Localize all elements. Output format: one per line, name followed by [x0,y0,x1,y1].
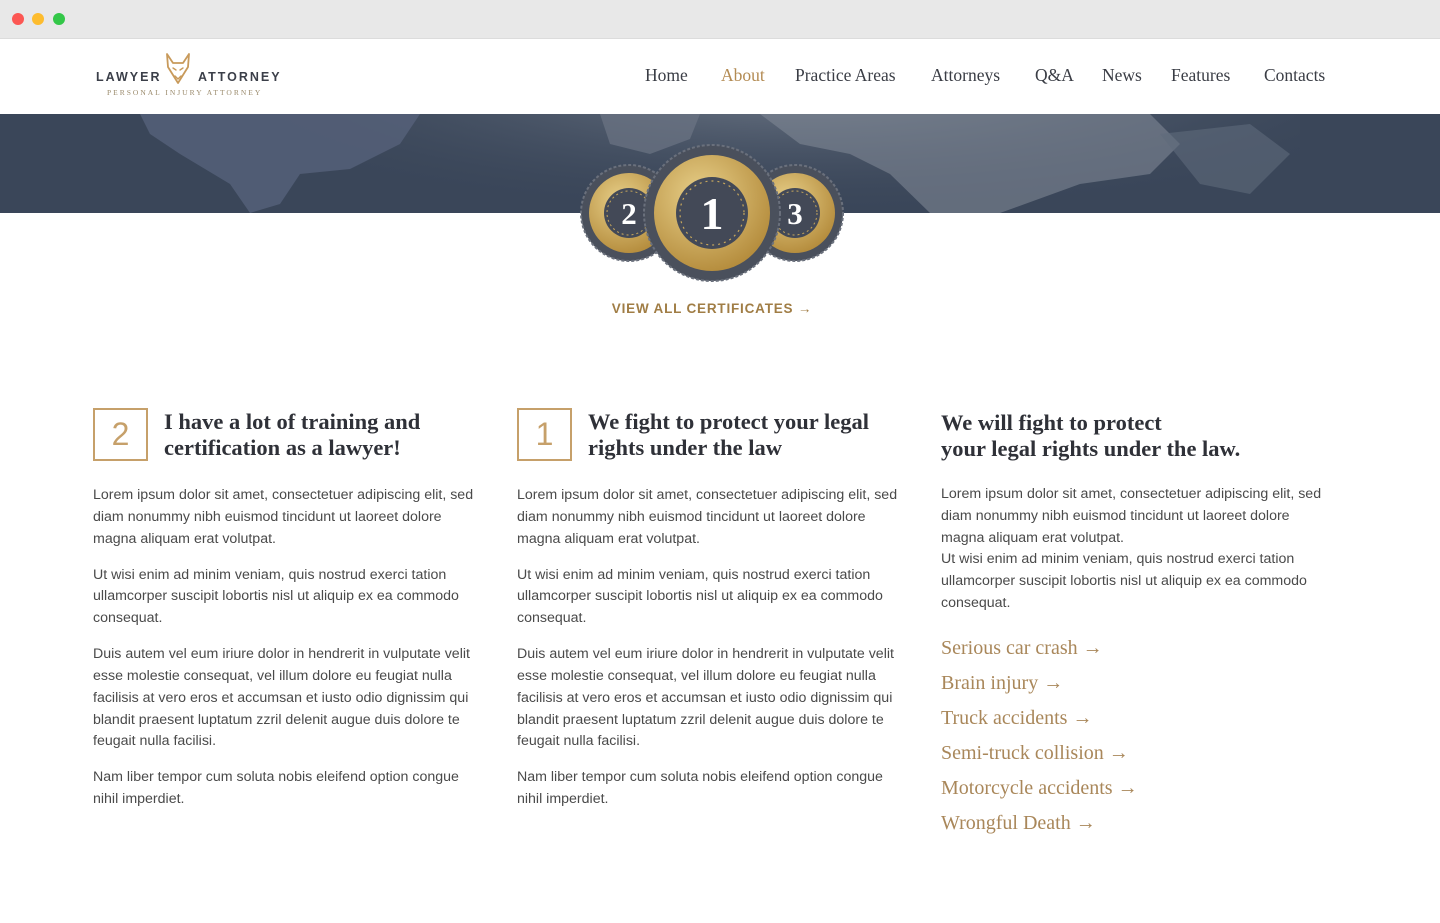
column-heading: We will fight to protect your legal right… [941,410,1341,462]
link-truck-accidents[interactable]: Truck accidents → [941,701,1341,736]
medal-2-number: 2 [621,196,637,231]
column-heading-line: I have a lot of training and [164,409,421,434]
nav-item-about[interactable]: About [721,65,765,86]
number-badge: 1 [517,408,572,461]
link-semi-truck-collision[interactable]: Semi-truck collision → [941,736,1341,771]
view-all-certificates-link[interactable]: VIEW ALL CERTIFICATES → [0,301,1424,316]
nav-item-home[interactable]: Home [645,65,688,86]
paragraph: Ut wisi enim ad minim veniam, quis nostr… [517,566,883,627]
paragraph: Nam liber tempor cum soluta nobis eleife… [93,769,459,808]
column-body: Lorem ipsum dolor sit amet, consectetuer… [517,485,909,825]
medal-3-number: 3 [787,196,803,231]
column-heading-line: We fight to protect your legal [588,409,869,434]
column-body: Lorem ipsum dolor sit amet, consectetuer… [93,485,485,825]
minimize-window-button[interactable] [32,13,44,25]
practice-area-links: Serious car crash → Brain injury → Truck… [941,631,1341,841]
link-brain-injury[interactable]: Brain injury → [941,666,1341,701]
column-heading-line: your legal rights under the law. [941,436,1241,461]
nav-item-practice-areas[interactable]: Practice Areas [795,65,896,86]
certificate-medals: 2 1 3 [580,144,844,282]
paragraph: Duis autem vel eum iriure dolor in hendr… [517,646,894,750]
link-motorcycle-accidents[interactable]: Motorcycle accidents → [941,771,1341,806]
link-serious-car-crash[interactable]: Serious car crash → [941,631,1341,666]
maximize-window-button[interactable] [53,13,65,25]
paragraph: Lorem ipsum dolor sit amet, consectetuer… [93,487,474,547]
browser-chrome [0,0,1440,39]
column-heading-line: certification as a lawyer! [164,435,401,460]
main-nav: Home About Practice Areas Attorneys Q&A … [0,65,1440,91]
column-heading: I have a lot of training and certificatio… [164,409,494,461]
nav-item-news[interactable]: News [1102,65,1142,86]
nav-item-features[interactable]: Features [1171,65,1230,86]
paragraph: Ut wisi enim ad minim veniam, quis nostr… [941,551,1307,611]
column-body: Lorem ipsum dolor sit amet, consectetuer… [941,484,1333,615]
column-heading: We fight to protect your legal rights und… [588,409,918,461]
link-wrongful-death[interactable]: Wrongful Death → [941,806,1341,841]
nav-item-contacts[interactable]: Contacts [1264,65,1325,86]
nav-item-qa[interactable]: Q&A [1035,65,1074,86]
column-heading-line: rights under the law [588,435,782,460]
site-header: LAWYER ATTORNEY PERSONAL INJURY ATTORNEY… [0,39,1440,114]
paragraph: Nam liber tempor cum soluta nobis eleife… [517,769,883,808]
number-badge: 2 [93,408,148,461]
paragraph: Ut wisi enim ad minim veniam, quis nostr… [93,566,459,627]
nav-item-attorneys[interactable]: Attorneys [931,65,1000,86]
paragraph: Lorem ipsum dolor sit amet, consectetuer… [941,486,1322,546]
medal-1-number: 1 [701,188,724,239]
column-heading-line: We will fight to protect [941,410,1162,435]
paragraph: Duis autem vel eum iriure dolor in hendr… [93,646,470,750]
close-window-button[interactable] [12,13,24,25]
paragraph: Lorem ipsum dolor sit amet, consectetuer… [517,487,898,547]
